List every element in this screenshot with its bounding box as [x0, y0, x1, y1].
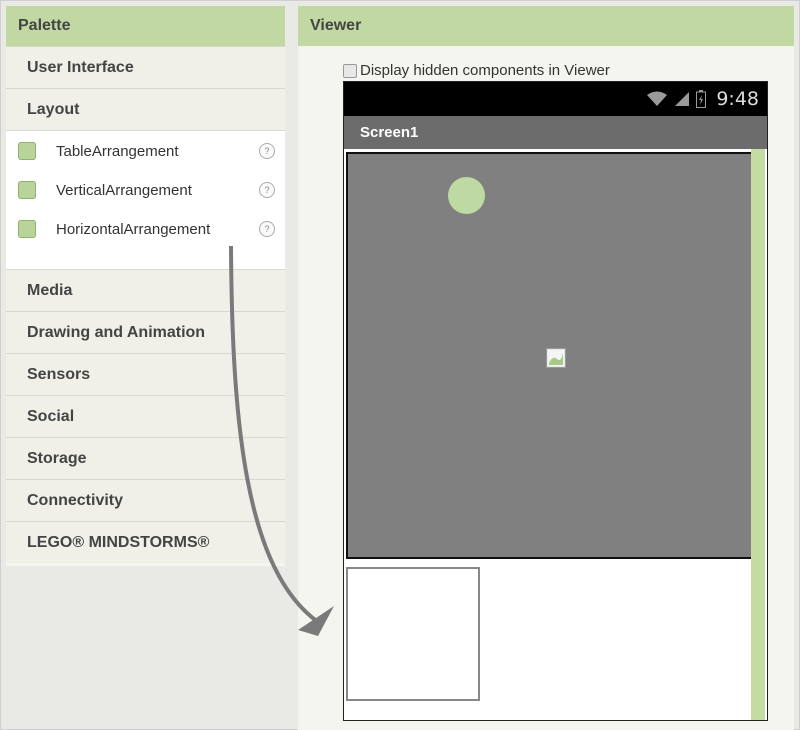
palette-header: Palette	[6, 6, 285, 46]
category-storage[interactable]: Storage	[6, 437, 285, 479]
layout-component-list: TableArrangement ? VerticalArrangement ?…	[6, 130, 285, 269]
status-icons: 9:48	[646, 82, 759, 116]
category-connectivity[interactable]: Connectivity	[6, 479, 285, 521]
table-arrangement-icon	[18, 142, 36, 160]
category-sensors[interactable]: Sensors	[6, 353, 285, 395]
viewer-panel: Viewer Display hidden components in View…	[298, 6, 794, 730]
component-vertical-arrangement[interactable]: VerticalArrangement ?	[6, 175, 285, 205]
palette-panel: Palette User Interface Layout TableArran…	[6, 6, 285, 566]
screen-body	[344, 149, 767, 720]
screen-title-bar: Screen1	[344, 116, 767, 149]
horizontal-arrangement-icon	[18, 220, 36, 238]
horizontal-arrangement-drop-target[interactable]	[346, 567, 480, 701]
component-table-arrangement[interactable]: TableArrangement ?	[6, 136, 285, 166]
vertical-arrangement-icon	[18, 181, 36, 199]
help-icon[interactable]: ?	[259, 221, 275, 237]
help-icon[interactable]: ?	[259, 143, 275, 159]
component-horizontal-arrangement[interactable]: HorizontalArrangement ?	[6, 214, 285, 244]
phone-preview: 9:48 Screen1	[343, 81, 768, 721]
category-layout[interactable]: Layout	[6, 88, 285, 130]
hidden-components-label: Display hidden components in Viewer	[360, 62, 610, 79]
signal-icon	[675, 92, 690, 106]
canvas-component[interactable]	[346, 152, 764, 559]
viewer-header: Viewer	[298, 6, 794, 46]
battery-icon	[696, 90, 707, 108]
viewer-scrollbar[interactable]	[751, 149, 765, 720]
help-icon[interactable]: ?	[259, 182, 275, 198]
category-user-interface[interactable]: User Interface	[6, 46, 285, 88]
component-label: VerticalArrangement	[56, 181, 192, 199]
wifi-icon	[647, 91, 668, 106]
ball-sprite[interactable]	[448, 177, 485, 214]
category-drawing-and-animation[interactable]: Drawing and Animation	[6, 311, 285, 353]
hidden-components-checkbox[interactable]	[343, 63, 357, 78]
status-bar: 9:48	[344, 82, 767, 116]
hidden-components-toggle[interactable]: Display hidden components in Viewer	[343, 62, 610, 79]
image-sprite-icon[interactable]	[546, 348, 566, 368]
category-media[interactable]: Media	[6, 269, 285, 311]
status-clock: 9:48	[716, 88, 759, 110]
component-label: HorizontalArrangement	[56, 220, 211, 238]
category-social[interactable]: Social	[6, 395, 285, 437]
component-label: TableArrangement	[56, 142, 179, 160]
category-lego-mindstorms[interactable]: LEGO® MINDSTORMS®	[6, 521, 285, 563]
